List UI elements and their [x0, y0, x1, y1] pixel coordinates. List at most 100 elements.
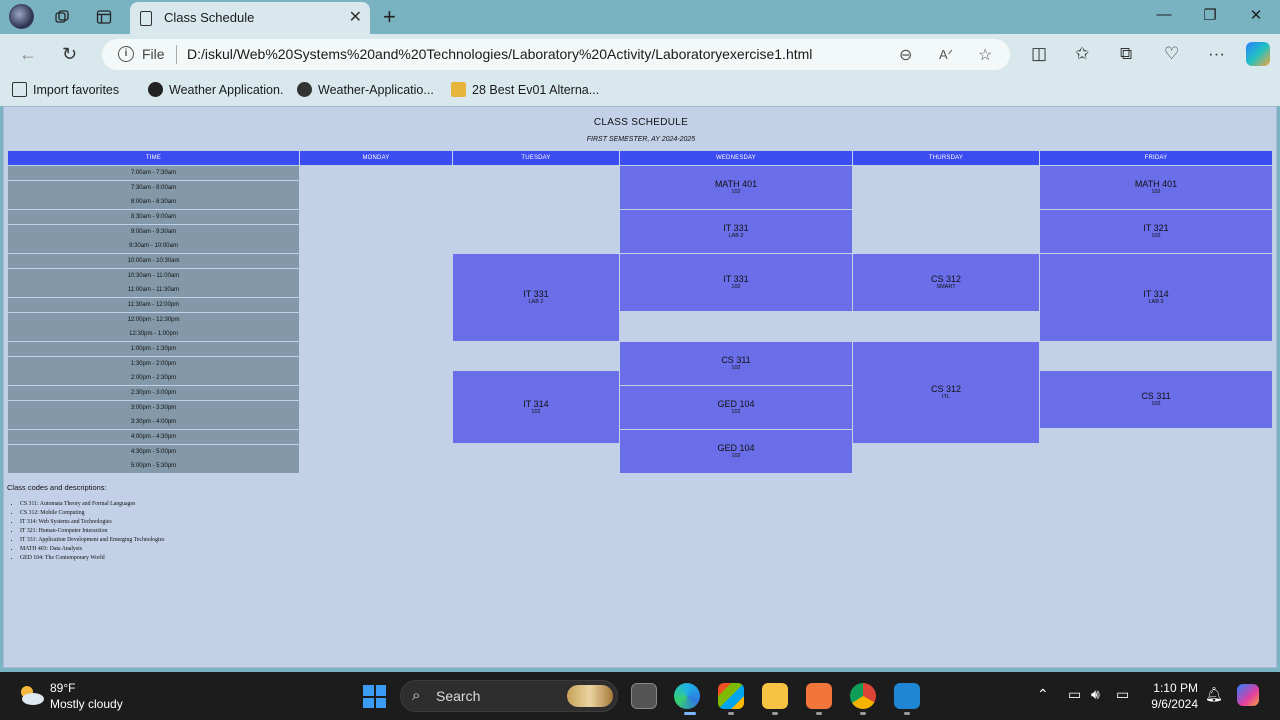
restore-icon[interactable]: ❐ — [1200, 6, 1220, 24]
tab-class-schedule[interactable]: Class Schedule ✕ — [130, 2, 370, 34]
new-tab-icon[interactable]: + — [383, 4, 396, 30]
browser-essentials-icon[interactable]: ♡ — [1164, 44, 1179, 64]
class-block: MATH 401 102 — [1040, 166, 1272, 209]
minimize-icon[interactable]: — — [1154, 6, 1174, 23]
class-block: MATH 401 102 — [620, 166, 852, 209]
time-cell: 9:00am - 9:30am — [8, 225, 299, 239]
favorite-weather-1[interactable]: Weather Application. — [148, 82, 283, 97]
header-wednesday: WEDNESDAY — [620, 151, 852, 165]
workspaces-icon[interactable] — [49, 5, 75, 29]
vscode-icon[interactable] — [894, 683, 920, 709]
weather-temperature[interactable]: 89°F — [50, 681, 75, 695]
edge-icon[interactable] — [674, 683, 700, 709]
class-room: 102 — [531, 408, 541, 415]
class-room: 102 — [731, 409, 741, 415]
battery-icon[interactable]: ▭ — [1116, 686, 1129, 703]
read-aloud-icon[interactable]: Aᐟ — [939, 47, 953, 63]
class-block: IT 321 102 — [1040, 210, 1272, 253]
legend-item: IT 331: Application Development and Emer… — [20, 536, 165, 545]
favorite-alternatives[interactable]: 28 Best Ev01 Alterna... — [451, 82, 599, 97]
time-cell: 8:00am - 8:30am — [8, 195, 299, 209]
class-code: CS 311 — [1141, 391, 1171, 401]
taskbar-search[interactable]: ⌕ Search — [400, 680, 618, 712]
time-cell: 7:30am - 8:00am — [8, 181, 299, 195]
show-hidden-icons-icon[interactable]: ⌃ — [1037, 686, 1049, 703]
class-room: ITL — [942, 394, 950, 400]
file-explorer-icon[interactable] — [762, 683, 788, 709]
store-icon[interactable] — [718, 683, 744, 709]
notification-bell-icon[interactable]: 🔔︎ — [1205, 686, 1223, 703]
time-cell: 8:30am - 9:00am — [8, 210, 299, 224]
page-title: CLASS SCHEDULE — [593, 117, 689, 128]
class-block: CS 311 102 — [620, 342, 852, 385]
zoom-out-icon[interactable]: ⊖ — [899, 45, 912, 65]
class-room: LAB 3 — [1148, 299, 1164, 305]
browser-toolbar: ← ↻ i File D:/iskul/Web%20Systems%20and%… — [0, 34, 1280, 76]
time-cell: 4:30pm - 5:00pm — [8, 445, 299, 459]
class-room: 102 — [731, 453, 741, 459]
chrome-icon[interactable] — [850, 683, 876, 709]
favorites-icon[interactable]: ✩ — [1075, 44, 1089, 64]
more-icon[interactable]: ··· — [1208, 44, 1225, 64]
class-code: CS 311 — [721, 355, 751, 365]
app-indicator — [816, 712, 822, 715]
search-label: Search — [436, 688, 481, 704]
class-room: LAB 2 — [528, 299, 544, 305]
class-code: IT 314 — [1143, 289, 1169, 299]
back-icon[interactable]: ← — [19, 44, 37, 65]
class-block: IT 331 LAB 2 — [620, 210, 852, 253]
favorite-weather-2[interactable]: Weather-Applicatio... — [297, 82, 434, 97]
class-room: 102 — [1151, 401, 1161, 407]
profile-avatar[interactable] — [9, 4, 34, 29]
time-cell: 2:30pm - 3:00pm — [8, 386, 299, 400]
task-view-icon[interactable] — [631, 683, 657, 709]
legend-item: IT 314: Web Systems and Technologies — [20, 518, 165, 527]
tab-actions-icon[interactable] — [91, 5, 117, 29]
header-tuesday: TUESDAY — [453, 151, 619, 165]
clock-date[interactable]: 9/6/2024 — [1144, 697, 1198, 711]
legend-list: CS 311: Automata Theory and Formal Langu… — [20, 500, 165, 563]
collections-icon[interactable]: ⧉ — [1120, 44, 1132, 64]
favorite-import[interactable]: Import favorites — [12, 82, 119, 97]
class-block: CS 312 ITL — [853, 342, 1039, 443]
class-code: GED 104 — [717, 443, 755, 453]
class-block: IT 331 LAB 2 — [453, 254, 619, 341]
time-cell: 12:00pm - 12:30pm — [8, 313, 299, 327]
header-friday: FRIDAY — [1040, 151, 1272, 165]
volume-icon[interactable]: 🔊︎ — [1091, 686, 1100, 703]
class-room: 102 — [731, 284, 741, 290]
close-tab-icon[interactable]: ✕ — [349, 7, 362, 27]
class-room: 102 — [1151, 189, 1161, 195]
app-icon[interactable] — [806, 683, 832, 709]
time-cell: 7:00am - 7:30am — [8, 166, 299, 180]
favorite-label: 28 Best Ev01 Alterna... — [472, 83, 600, 97]
copilot-taskbar-icon[interactable] — [1237, 684, 1259, 706]
legend-title: Class codes and descriptions: — [7, 483, 107, 492]
time-cell: 3:00pm - 3:30pm — [8, 401, 299, 415]
file-label: File — [142, 46, 165, 62]
favorite-star-icon[interactable]: ☆ — [978, 45, 992, 65]
info-icon[interactable]: i — [118, 46, 134, 62]
time-cell: 5:00pm - 5:30pm — [8, 459, 299, 473]
clock-time[interactable]: 1:10 PM — [1152, 681, 1198, 695]
url-text[interactable]: D:/iskul/Web%20Systems%20and%20Technolog… — [187, 46, 812, 62]
header-thursday: THURSDAY — [853, 151, 1039, 165]
copilot-icon[interactable] — [1246, 42, 1270, 66]
weather-condition[interactable]: Mostly cloudy — [50, 697, 123, 711]
favorite-label: Weather-Applicatio... — [318, 83, 434, 97]
split-screen-icon[interactable]: ◫ — [1031, 44, 1047, 64]
address-bar[interactable]: i File D:/iskul/Web%20Systems%20and%20Te… — [102, 39, 1010, 70]
favorites-bar: Import favorites Weather Application. We… — [0, 76, 1280, 106]
weather-cloud-icon[interactable] — [17, 684, 45, 706]
active-app-indicator — [684, 712, 696, 715]
class-room: LAB 2 — [728, 233, 744, 239]
class-room: 102 — [731, 189, 741, 195]
refresh-icon[interactable]: ↻ — [62, 44, 77, 65]
legend-item: CS 311: Automata Theory and Formal Langu… — [20, 500, 165, 509]
start-button[interactable] — [363, 685, 386, 708]
time-cell: 9:30am - 10:00am — [8, 239, 299, 253]
close-window-icon[interactable]: ✕ — [1246, 6, 1266, 24]
network-icon[interactable]: ▭ — [1068, 686, 1081, 703]
header-time: TIME — [8, 151, 299, 165]
favorite-label: Weather Application. — [169, 83, 284, 97]
